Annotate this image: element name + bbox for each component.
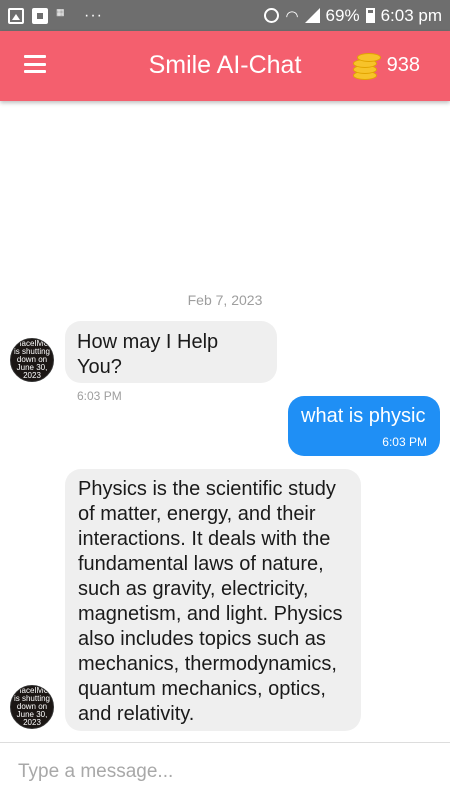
gallery-notification-icon: [8, 7, 24, 24]
message-text: what is physic: [301, 405, 426, 427]
chat-area[interactable]: Feb 7, 2023 PlaceIMG is shutting down on…: [0, 101, 450, 741]
status-time: 6:03 pm: [380, 5, 442, 25]
bot-avatar: PlaceIMG is shutting down on June 30, 20…: [10, 685, 54, 729]
signal-icon: [304, 8, 320, 23]
status-bar-notifications: ▦ ···: [8, 7, 103, 25]
flipboard-notification-icon: [32, 7, 48, 24]
message-composer: [0, 742, 450, 800]
sim-notification-icon: ▦: [56, 6, 65, 17]
bot-avatar: PlaceIMG is shutting down on June 30, 20…: [10, 338, 54, 382]
more-notifications-icon: ···: [84, 6, 103, 24]
coin-count: 938: [386, 53, 420, 76]
bot-message-bubble: How may I Help You? 6:03 PM: [65, 321, 277, 403]
message-text: Physics is the scientific study of matte…: [78, 478, 343, 725]
date-separator: Feb 7, 2023: [187, 292, 263, 308]
status-bar: ▦ ··· ◠ 69% 6:03 pm: [0, 0, 450, 31]
message-time: 6:03 PM: [77, 389, 122, 403]
app-bar: Smile AI-Chat 938: [0, 31, 450, 101]
battery-icon: [365, 8, 375, 23]
user-message-bubble: what is physic 6:03 PM: [288, 396, 440, 456]
bot-message-bubble: Physics is the scientific study of matte…: [65, 469, 361, 731]
message-text: How may I Help You?: [77, 331, 219, 378]
coin-balance-button[interactable]: 938: [349, 49, 420, 81]
coins-icon: [349, 49, 381, 81]
alarm-icon: [264, 8, 280, 23]
message-input[interactable]: [18, 757, 428, 787]
battery-percent: 69%: [325, 5, 360, 25]
message-time: 6:03 PM: [382, 435, 427, 449]
wifi-icon: ◠: [285, 7, 299, 25]
status-bar-system: ◠ 69% 6:03 pm: [264, 6, 442, 26]
